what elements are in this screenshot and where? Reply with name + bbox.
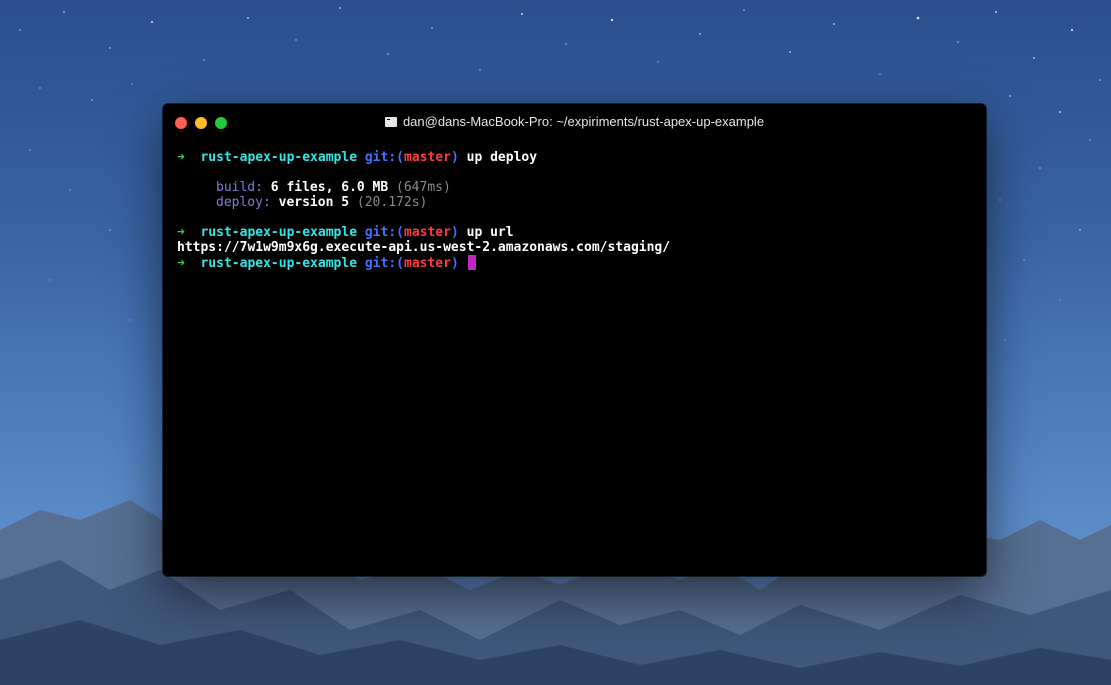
window-title-text: dan@dans-MacBook-Pro: ~/expiriments/rust… <box>402 114 765 129</box>
prompt-arrow: ➜ <box>177 256 185 271</box>
url-output: https://7w1w9m9x6g.execute-api.us-west-2… <box>177 240 671 255</box>
git-branch: master <box>404 150 451 165</box>
prompt-directory: rust-apex-up-example <box>200 150 358 165</box>
git-prefix: git:( <box>364 225 404 240</box>
prompt-line-2: ➜ rust-apex-up-example git:(master) up u… <box>177 225 976 240</box>
window-title: dan@dans-MacBook-Pro: ~/expiriments/rust… <box>163 114 986 130</box>
build-label: build: <box>216 180 263 195</box>
command-text: up deploy <box>466 150 538 165</box>
command-text: up url <box>466 225 514 240</box>
terminal-icon <box>384 117 397 127</box>
build-value: 6 files, 6.0 MB <box>270 180 389 195</box>
prompt-directory: rust-apex-up-example <box>200 256 358 271</box>
deploy-label: deploy: <box>216 195 271 210</box>
git-branch: master <box>404 225 451 240</box>
prompt-line-3: ➜ rust-apex-up-example git:(master) <box>177 255 976 271</box>
git-suffix: ) <box>450 150 459 165</box>
text-cursor <box>467 255 476 270</box>
prompt-directory: rust-apex-up-example <box>200 225 358 240</box>
git-suffix: ) <box>450 256 459 271</box>
prompt-arrow: ➜ <box>177 225 185 240</box>
git-prefix: git:( <box>364 256 404 271</box>
terminal-window[interactable]: dan@dans-MacBook-Pro: ~/expiriments/rust… <box>163 104 986 576</box>
deploy-value: version 5 <box>278 195 350 210</box>
terminal-output[interactable]: ➜ rust-apex-up-example git:(master) up d… <box>177 150 976 271</box>
deploy-time: (20.172s) <box>356 195 428 210</box>
git-branch: master <box>404 256 451 271</box>
git-prefix: git:( <box>364 150 404 165</box>
build-time: (647ms) <box>396 180 451 195</box>
prompt-line-1: ➜ rust-apex-up-example git:(master) up d… <box>177 150 976 165</box>
git-suffix: ) <box>450 225 459 240</box>
build-output-line: build: 6 files, 6.0 MB (647ms) <box>177 180 976 195</box>
url-output-line: https://7w1w9m9x6g.execute-api.us-west-2… <box>177 240 976 255</box>
deploy-output-line: deploy: version 5 (20.172s) <box>177 195 976 210</box>
prompt-arrow: ➜ <box>177 150 185 165</box>
title-bar[interactable]: dan@dans-MacBook-Pro: ~/expiriments/rust… <box>163 104 986 140</box>
